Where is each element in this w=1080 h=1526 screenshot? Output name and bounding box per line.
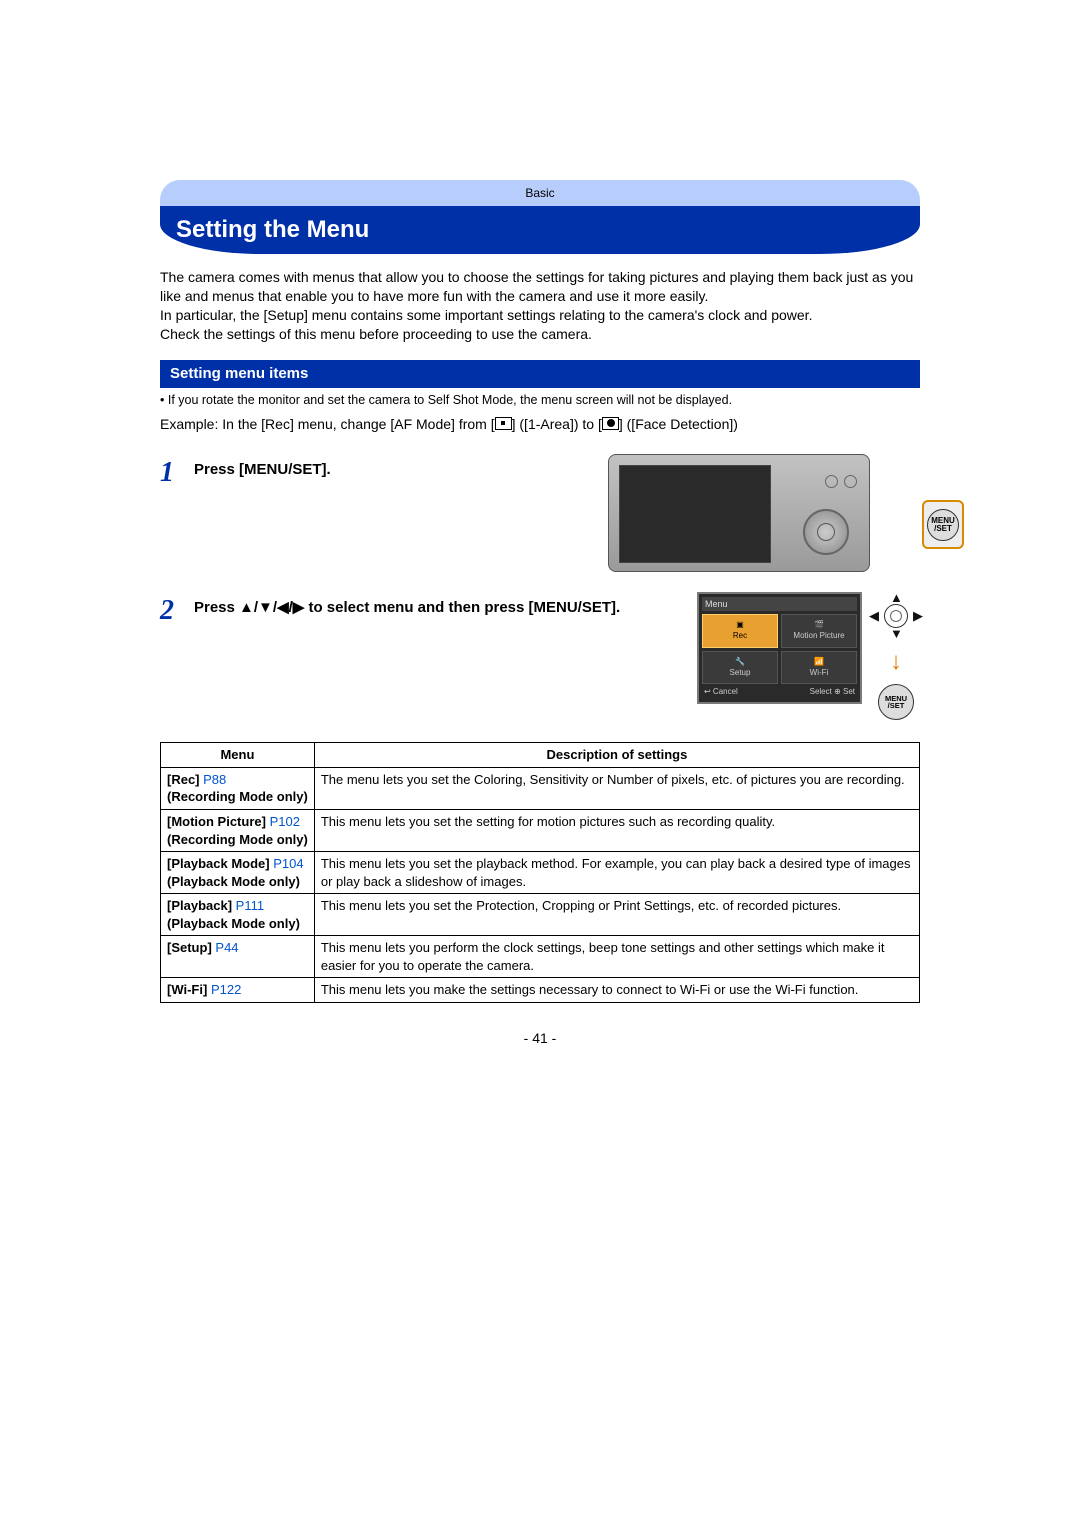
table-row: [Motion Picture] P102 (Recording Mode on…	[161, 810, 920, 852]
menu-tile-motion: 🎬 Motion Picture	[781, 614, 857, 648]
menu-description: This menu lets you make the settings nec…	[314, 978, 919, 1003]
menu-mode-note: (Playback Mode only)	[167, 874, 300, 889]
menu-description: This menu lets you set the playback meth…	[314, 852, 919, 894]
menu-tile-label: Wi-Fi	[782, 668, 856, 679]
camera-back-view	[608, 454, 870, 572]
menuset-label-bottom: /SET	[888, 702, 905, 710]
dpad-center	[884, 604, 908, 628]
wrench-icon: 🔧	[703, 657, 777, 668]
page-link[interactable]: P122	[211, 982, 241, 997]
camera-illustration: MENU /SET	[608, 454, 920, 572]
table-row: [Setup] P44 This menu lets you perform t…	[161, 936, 920, 978]
menuset-label-bottom: /SET	[934, 525, 952, 533]
arrow-right-icon: ▶	[913, 607, 923, 625]
page-link[interactable]: P102	[270, 814, 300, 829]
step-1: 1 Press [MENU/SET]. MENU /SET	[160, 454, 920, 572]
one-area-icon	[495, 417, 512, 430]
table-row: [Playback] P111 (Playback Mode only) Thi…	[161, 894, 920, 936]
manual-page: Basic Setting the Menu The camera comes …	[160, 180, 920, 1048]
intro-block: The camera comes with menus that allow y…	[160, 268, 920, 344]
camera-lcd	[619, 465, 771, 563]
page-link[interactable]: P104	[273, 856, 303, 871]
arrow-left-icon: ◀	[869, 607, 879, 625]
movie-icon: 🎬	[782, 620, 856, 631]
step-number: 2	[160, 592, 194, 630]
step-instruction: Press [MENU/SET].	[194, 454, 598, 480]
table-row: [Playback Mode] P104 (Playback Mode only…	[161, 852, 920, 894]
menu-navigation-illustration: Menu ▣ Rec 🎬 Motion Picture 🔧 Setup	[697, 592, 920, 720]
table-row: [Wi-Fi] P122 This menu lets you make the…	[161, 978, 920, 1003]
menu-footer-cancel: ↩ Cancel	[704, 687, 738, 698]
camera-buttons	[825, 475, 857, 488]
menu-tile-label: Rec	[703, 631, 777, 642]
table-header-menu: Menu	[161, 743, 315, 768]
wifi-icon: 📶	[782, 657, 856, 668]
page-link[interactable]: P111	[236, 898, 264, 913]
menu-mode-note: (Recording Mode only)	[167, 832, 308, 847]
breadcrumb: Basic	[160, 180, 920, 206]
menu-screen: Menu ▣ Rec 🎬 Motion Picture 🔧 Setup	[697, 592, 862, 704]
intro-paragraph-1: The camera comes with menus that allow y…	[160, 268, 920, 306]
menu-mode-note: (Recording Mode only)	[167, 789, 308, 804]
menu-tile-label: Setup	[703, 668, 777, 679]
dpad-column: ▲ ▼ ◀ ▶ ↓ MENU /SET	[872, 592, 920, 720]
example-text-3: ] ([Face Detection])	[619, 416, 738, 432]
menu-tile-rec: ▣ Rec	[702, 614, 778, 648]
page-title: Setting the Menu	[160, 206, 920, 254]
table-row: [Rec] P88 (Recording Mode only) The menu…	[161, 767, 920, 809]
menu-name: [Playback]	[167, 898, 232, 913]
table-header-desc: Description of settings	[314, 743, 919, 768]
menu-footer-select: Select ⊕ Set	[810, 687, 855, 698]
intro-paragraph-2: In particular, the [Setup] menu contains…	[160, 306, 920, 325]
step-number: 1	[160, 454, 194, 492]
menu-screen-title: Menu	[702, 597, 857, 611]
flow-arrow-down-icon: ↓	[890, 646, 902, 678]
menu-description: This menu lets you set the setting for m…	[314, 810, 919, 852]
menu-name: [Setup]	[167, 940, 212, 955]
menu-name: [Wi-Fi]	[167, 982, 207, 997]
menu-name: [Playback Mode]	[167, 856, 270, 871]
menu-description: This menu lets you set the Protection, C…	[314, 894, 919, 936]
menu-description: This menu lets you perform the clock set…	[314, 936, 919, 978]
dpad-icon: ▲ ▼ ◀ ▶	[872, 592, 920, 640]
camera-icon: ▣	[703, 620, 777, 631]
page-number: - 41 -	[160, 1029, 920, 1048]
section-header: Setting menu items	[160, 360, 920, 388]
intro-paragraph-3: Check the settings of this menu before p…	[160, 325, 920, 344]
example-text-2: ] ([1-Area]) to [	[512, 416, 602, 432]
menu-tile-setup: 🔧 Setup	[702, 651, 778, 685]
menu-description: The menu lets you set the Coloring, Sens…	[314, 767, 919, 809]
step-instruction: Press ▲/▼/◀/▶ to select menu and then pr…	[194, 592, 687, 618]
page-link[interactable]: P88	[203, 772, 226, 787]
menu-name: [Motion Picture]	[167, 814, 266, 829]
step-2: 2 Press ▲/▼/◀/▶ to select menu and then …	[160, 592, 920, 720]
example-text-1: Example: In the [Rec] menu, change [AF M…	[160, 416, 495, 432]
menu-tile-wifi: 📶 Wi-Fi	[781, 651, 857, 685]
menu-tile-label: Motion Picture	[782, 631, 856, 642]
camera-control-dial	[803, 509, 849, 555]
example-line: Example: In the [Rec] menu, change [AF M…	[160, 415, 920, 434]
menu-set-button-icon: MENU /SET	[878, 684, 914, 720]
face-detection-icon	[602, 417, 619, 430]
self-shot-note: • If you rotate the monitor and set the …	[160, 392, 920, 409]
menu-mode-note: (Playback Mode only)	[167, 916, 300, 931]
menu-set-button-callout: MENU /SET	[922, 500, 964, 549]
menu-description-table: Menu Description of settings [Rec] P88 (…	[160, 742, 920, 1003]
page-link[interactable]: P44	[215, 940, 238, 955]
menu-name: [Rec]	[167, 772, 200, 787]
arrow-down-icon: ▼	[890, 625, 903, 643]
